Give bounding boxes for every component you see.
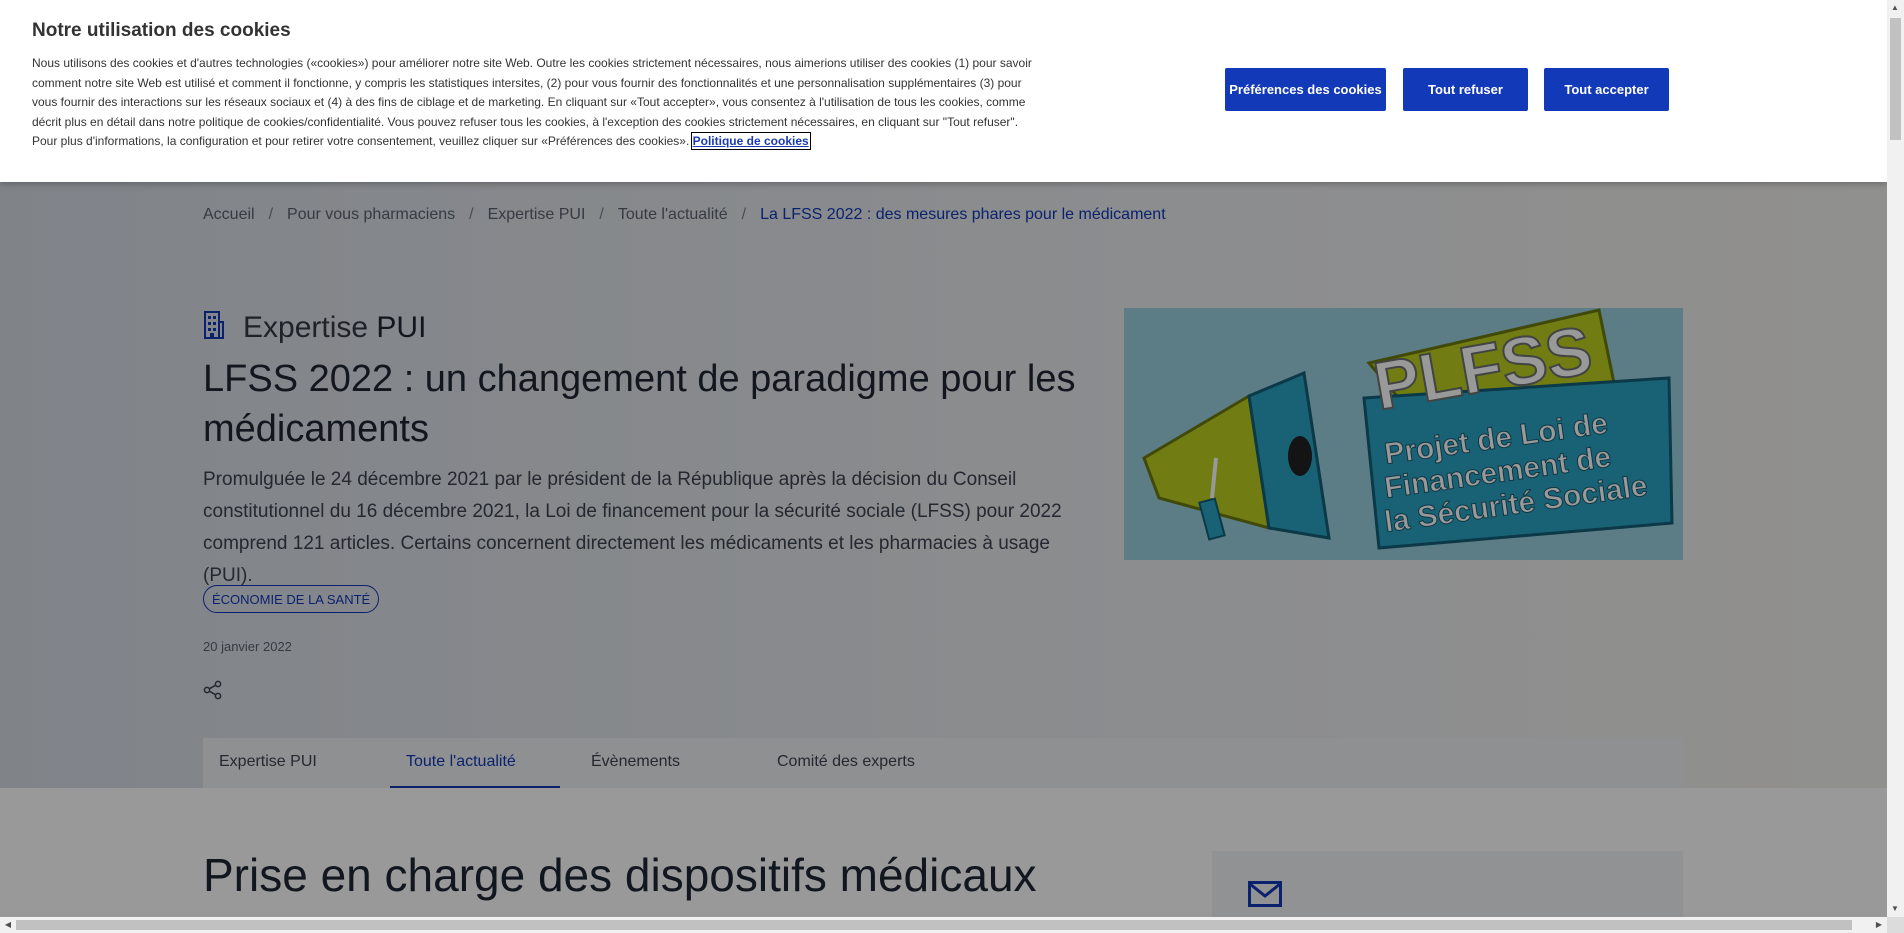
cookie-banner: Notre utilisation des cookies Nous utili… [0,0,1887,182]
vertical-scroll-thumb[interactable] [1890,18,1901,140]
cookie-policy-link[interactable]: Politique de cookies [690,132,811,150]
cookie-banner-title: Notre utilisation des cookies [32,20,291,41]
cookie-banner-body: Nous utilisons des cookies et d'autres t… [32,56,1032,148]
reject-all-button[interactable]: Tout refuser [1403,68,1528,111]
horizontal-scrollbar[interactable]: ◀ ▶ [0,917,1887,933]
scroll-up-icon[interactable]: ▲ [1887,0,1903,16]
accept-all-button[interactable]: Tout accepter [1544,68,1669,111]
vertical-scrollbar[interactable]: ▲ ▼ [1887,0,1904,917]
horizontal-scroll-thumb[interactable] [16,920,1852,930]
scrollbar-corner [1887,917,1904,933]
scroll-down-icon[interactable]: ▼ [1887,901,1903,917]
cookie-preferences-button[interactable]: Préférences des cookies [1225,68,1386,111]
scroll-left-icon[interactable]: ◀ [0,917,16,933]
scroll-right-icon[interactable]: ▶ [1871,917,1887,933]
page: Accueil / Pour vous pharmaciens / Expert… [0,0,1887,917]
cookie-banner-text: Nous utilisons des cookies et d'autres t… [32,54,1032,152]
